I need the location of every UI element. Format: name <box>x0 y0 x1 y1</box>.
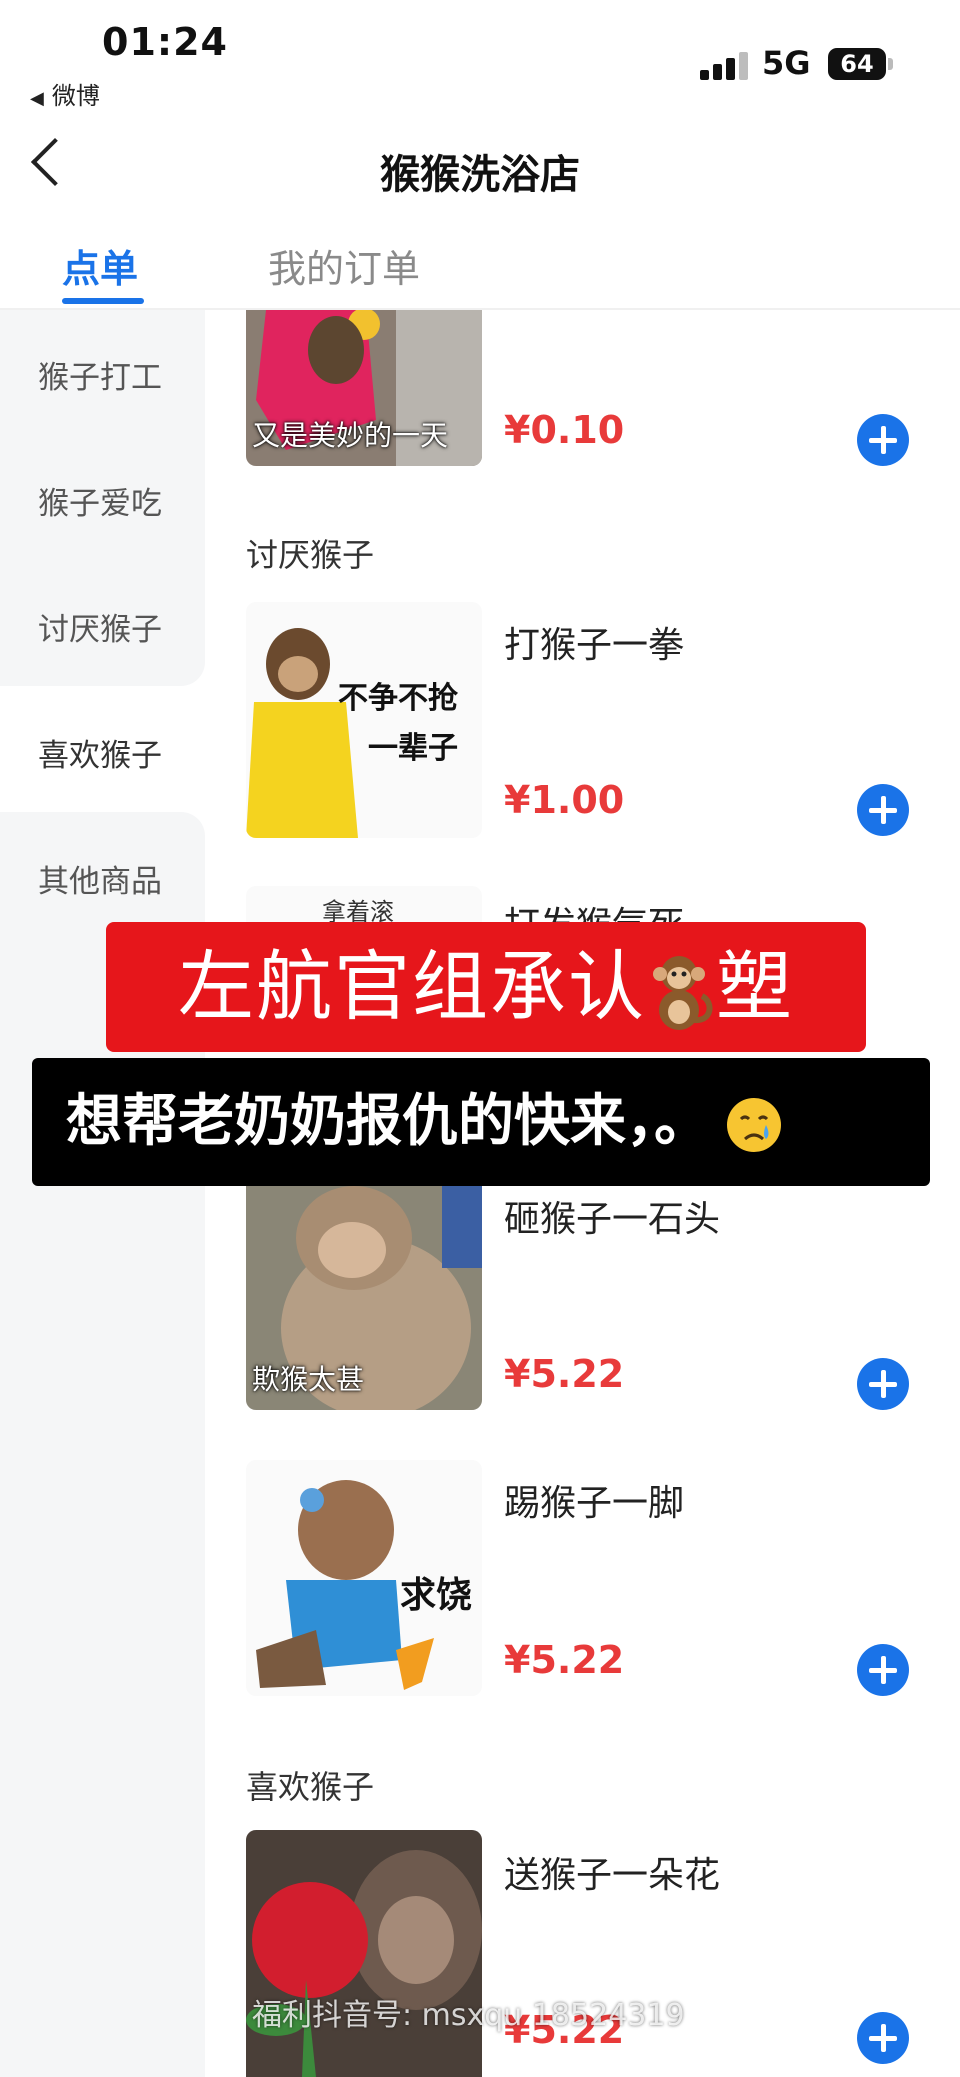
signal-icon <box>700 50 752 80</box>
tab-my-orders[interactable]: 我的订单 <box>268 238 420 293</box>
product-name: 打猴子一拳 <box>504 625 685 666</box>
black-caption-text: 想帮老奶奶报仇的快来，。 <box>66 1089 710 1154</box>
product-price: ¥5.22 <box>504 1638 625 1682</box>
caption-line-1: 不争不抢 <box>338 681 458 716</box>
back-triangle-icon: ◀ <box>30 88 44 109</box>
battery-icon: 64 <box>828 48 886 80</box>
monkey-photo <box>246 1830 482 2077</box>
add-to-cart-button[interactable] <box>857 784 909 836</box>
add-to-cart-button[interactable] <box>857 2012 909 2064</box>
battery-tip <box>888 58 893 70</box>
section-header: 讨厌猴子 <box>246 536 375 574</box>
sidebar-item-hate-monkey[interactable]: 讨厌猴子 <box>38 604 162 649</box>
tab-order[interactable]: 点单 <box>62 238 138 293</box>
active-tab-indicator <box>62 298 144 304</box>
crying-face-emoji-icon <box>727 1097 781 1152</box>
product-price: ¥5.22 <box>504 1352 625 1396</box>
product-image[interactable]: 欺猴太甚 <box>246 1168 482 1410</box>
sidebar-item-monkey-eats[interactable]: 猴子爱吃 <box>38 478 162 523</box>
product-name: 砸猴子一石头 <box>504 1199 721 1240</box>
product-image[interactable]: 拿着滚 <box>246 886 482 926</box>
add-to-cart-button[interactable] <box>857 1644 909 1696</box>
product-image[interactable]: 不争不抢 一辈子 <box>246 602 482 838</box>
black-caption-banner: 想帮老奶奶报仇的快来，。 <box>32 1058 930 1186</box>
sidebar-item-monkey-work[interactable]: 猴子打工 <box>38 352 162 397</box>
product-price: ¥1.00 <box>504 778 625 822</box>
back-app-label: 微博 <box>51 82 100 110</box>
product-name: 打发猴气死 <box>504 896 684 922</box>
product-price: ¥0.10 <box>504 408 625 452</box>
red-caption-banner: 左航官组承认 塑 <box>106 922 866 1052</box>
product-name: 送猴子一朵花 <box>504 1855 721 1896</box>
page-title: 猴猴洗浴店 <box>380 152 580 198</box>
network-type: 5G <box>762 44 811 82</box>
back-to-app-link[interactable]: ◀ 微博 <box>30 76 100 111</box>
product-image[interactable]: 又是美妙的一天 <box>246 310 482 466</box>
image-caption: 求饶 <box>400 1575 473 1616</box>
red-caption-text: 左航官组承认 <box>178 942 646 1031</box>
image-caption: 拿着滚 <box>322 898 394 926</box>
image-caption: 不争不抢 一辈子 <box>338 674 458 774</box>
product-image[interactable] <box>246 1830 482 2077</box>
image-caption: 又是美妙的一天 <box>252 419 449 452</box>
monkey-emoji-icon <box>653 956 713 1030</box>
sidebar-item-other-goods[interactable]: 其他商品 <box>38 856 162 901</box>
add-to-cart-button[interactable] <box>857 414 909 466</box>
image-caption: 欺猴太甚 <box>252 1363 365 1396</box>
section-header: 喜欢猴子 <box>246 1768 375 1806</box>
add-to-cart-button[interactable] <box>857 1358 909 1410</box>
red-caption-text-end: 塑 <box>716 942 794 1031</box>
watermark: 福利抖音号: msxqu 18524319 <box>252 1998 685 2033</box>
status-time: 01:24 <box>102 20 228 64</box>
product-name: 踢猴子一脚 <box>504 1483 685 1524</box>
product-image[interactable]: 求饶 <box>246 1460 482 1696</box>
sidebar-item-like-monkey[interactable]: 喜欢猴子 <box>38 730 162 775</box>
caption-line-2: 一辈子 <box>368 731 458 766</box>
